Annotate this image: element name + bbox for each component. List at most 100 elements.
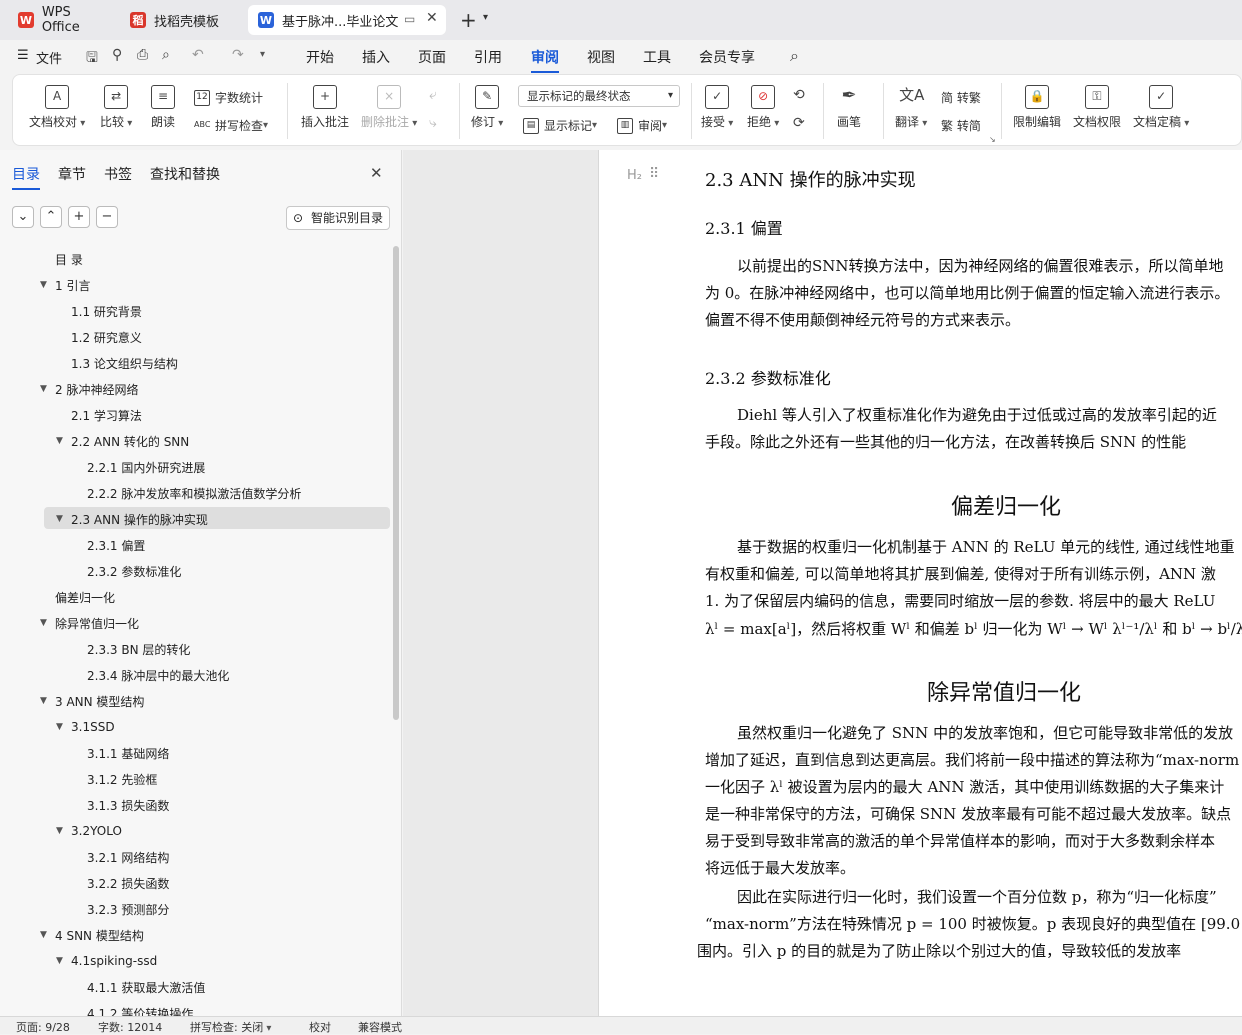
word-count-button[interactable]: 12 字数统计 — [194, 89, 263, 106]
next-comment-icon[interactable]: ⤷ — [429, 115, 437, 131]
expand-arrow-icon[interactable]: ▼ — [56, 436, 63, 446]
expand-arrow-icon[interactable]: ▼ — [40, 384, 47, 394]
toc-item[interactable]: 2.1 学习算法 — [71, 404, 142, 426]
previous-comment-icon[interactable]: ⤶ — [429, 87, 437, 103]
menu-insert[interactable]: 插入 — [362, 47, 390, 67]
add-heading-button[interactable]: + — [68, 206, 90, 228]
chevron-down-icon[interactable]: ▾ — [483, 12, 488, 23]
redo-icon[interactable]: ↷ — [232, 47, 244, 63]
menu-review[interactable]: 审阅 — [531, 47, 559, 73]
reject-button[interactable]: ⊘ 拒绝 — [747, 85, 779, 130]
toc-item[interactable]: ▼ 2 脉冲神经网络 — [40, 378, 138, 400]
toc-item[interactable]: 3.2.2 损失函数 — [87, 872, 169, 894]
toc-item[interactable]: ▼ 1 引言 — [40, 274, 90, 296]
expand-arrow-icon[interactable]: ▼ — [56, 722, 63, 732]
toc-item[interactable]: 3.1.1 基础网络 — [87, 742, 169, 764]
drag-handle-icon[interactable]: ⠿ — [649, 166, 659, 182]
expand-arrow-icon[interactable]: ▼ — [40, 930, 47, 940]
expand-arrow-icon[interactable]: ▼ — [40, 280, 47, 290]
toc-item[interactable]: 2.3.2 参数标准化 — [87, 560, 181, 582]
page-indicator[interactable]: 页面: 9/28 — [16, 1019, 70, 1035]
toc-item[interactable]: 2.3.4 脉冲层中的最大池化 — [87, 664, 229, 686]
chevron-down-icon[interactable]: ▾ — [260, 49, 265, 60]
markup-state-select[interactable]: 显示标记的最终状态 ▾ — [518, 85, 680, 107]
close-icon[interactable]: ✕ — [370, 164, 383, 182]
read-aloud-button[interactable]: ≡ 朗读 — [151, 85, 175, 130]
tab-wps-office[interactable]: W WPS Office — [8, 5, 112, 35]
toc-item[interactable]: ▼ 4 SNN 模型结构 — [40, 924, 144, 946]
close-icon[interactable]: ✕ — [426, 10, 438, 26]
toc-item[interactable]: 3.2.3 预测部分 — [87, 898, 169, 920]
expand-arrow-icon[interactable]: ▼ — [40, 696, 47, 706]
toc-item[interactable]: ▼ 4.1spiking-ssd — [56, 950, 157, 972]
toc-item[interactable]: 2.3.3 BN 层的转化 — [87, 638, 190, 660]
toc-item[interactable]: 1.1 研究背景 — [71, 300, 142, 322]
undo-icon[interactable]: ↶ — [192, 47, 204, 63]
toc-item[interactable]: 2.2.2 脉冲发放率和模拟激活值数学分析 — [87, 482, 301, 504]
toc-item[interactable]: ▼ 3.1SSD — [56, 716, 115, 738]
menu-page[interactable]: 页面 — [418, 47, 446, 67]
tab-find-replace[interactable]: 查找和替换 — [150, 164, 220, 184]
toc-item[interactable]: ▼ 2.2 ANN 转化的 SNN — [56, 430, 189, 452]
translate-button[interactable]: 文A 翻译 — [895, 85, 927, 130]
print-icon[interactable]: ⎙ — [137, 47, 148, 63]
document-page[interactable]: H₂ ⠿ 2.3 ANN 操作的脉冲实现 2.3.1 偏置 以前提出的SNN转换… — [598, 150, 1242, 1016]
tab-bookmarks[interactable]: 书签 — [104, 164, 132, 184]
restrict-edit-button[interactable]: 🔒 限制编辑 — [1013, 85, 1061, 130]
expand-all-button[interactable]: ⌄ — [12, 206, 34, 228]
expand-arrow-icon[interactable]: ▼ — [56, 514, 63, 524]
next-change-icon[interactable]: ⟳ — [793, 115, 805, 131]
doc-finalize-button[interactable]: ✓ 文档定稿 — [1133, 85, 1189, 130]
toc-item[interactable]: 3.1.3 损失函数 — [87, 794, 169, 816]
previous-change-icon[interactable]: ⟲ — [793, 87, 805, 103]
menu-reference[interactable]: 引用 — [474, 47, 502, 67]
word-count-indicator[interactable]: 字数: 12014 — [98, 1019, 162, 1035]
show-markup-button[interactable]: ▤ 显示标记 — [523, 117, 597, 134]
tab-chapters[interactable]: 章节 — [58, 164, 86, 184]
proofread-status[interactable]: 校对 — [309, 1019, 331, 1035]
delete-comment-button[interactable]: × 删除批注 — [361, 85, 417, 130]
tab-docer-templates[interactable]: 稻 找稻壳模板 — [120, 5, 242, 35]
search-icon[interactable]: ⌕ — [790, 46, 799, 66]
review-pane-button[interactable]: ▥ 审阅 — [617, 117, 667, 134]
pen-button[interactable]: ✒ 画笔 — [837, 85, 861, 130]
toc-item[interactable]: 1.3 论文组织与结构 — [71, 352, 178, 374]
toc-item[interactable]: 目 录 — [55, 248, 83, 270]
expand-arrow-icon[interactable]: ▼ — [56, 826, 63, 836]
tab-toc[interactable]: 目录 — [12, 164, 40, 190]
menu-view[interactable]: 视图 — [587, 47, 615, 67]
new-tab-icon[interactable]: + — [460, 8, 477, 32]
toc-item[interactable]: 偏差归一化 — [55, 586, 115, 608]
toc-item[interactable]: ▼ 2.3 ANN 操作的脉冲实现 — [56, 508, 208, 530]
menu-start[interactable]: 开始 — [306, 47, 334, 67]
doc-permission-button[interactable]: ⚿ 文档权限 — [1073, 85, 1121, 130]
compare-button[interactable]: ⇄ 比较 — [100, 85, 132, 130]
insert-comment-button[interactable]: + 插入批注 — [301, 85, 349, 130]
toc-item[interactable]: 2.2.1 国内外研究进展 — [87, 456, 205, 478]
accept-button[interactable]: ✓ 接受 — [701, 85, 733, 130]
to-simplified-button[interactable]: 繁 转简 — [941, 117, 981, 134]
toc-item[interactable]: 1.2 研究意义 — [71, 326, 142, 348]
tab-thesis-document[interactable]: W 基于脉冲...毕业论文 ▭ ✕ — [248, 5, 446, 35]
print-preview-icon[interactable]: ⌕ — [162, 47, 170, 63]
smart-toc-button[interactable]: ⊙ 智能识别目录 — [286, 206, 390, 230]
save-icon[interactable]: 🖫 — [86, 47, 98, 71]
toc-item[interactable]: ▼ 3 ANN 模型结构 — [40, 690, 144, 712]
toc-item[interactable]: 3.1.2 先验框 — [87, 768, 157, 790]
toc-item[interactable]: 2.3.1 偏置 — [87, 534, 145, 556]
hamburger-icon[interactable]: ☰ — [17, 48, 29, 63]
toc-item[interactable]: ▼ 3.2YOLO — [56, 820, 122, 842]
track-changes-button[interactable]: ✎ 修订 — [471, 85, 503, 130]
proofread-button[interactable]: A 文档校对 — [29, 85, 85, 130]
menu-tools[interactable]: 工具 — [643, 47, 671, 67]
toc-item[interactable]: 3.2.1 网络结构 — [87, 846, 169, 868]
collapse-all-button[interactable]: ⌃ — [40, 206, 62, 228]
dialog-launcher-icon[interactable]: ↘ — [989, 135, 996, 144]
menu-member[interactable]: 会员专享 — [699, 47, 755, 67]
expand-arrow-icon[interactable]: ▼ — [40, 618, 47, 628]
toc-item[interactable]: ▼ 除异常值归一化 — [40, 612, 139, 634]
spell-check-status[interactable]: 拼写检查: 关闭 — [190, 1019, 271, 1035]
expand-arrow-icon[interactable]: ▼ — [56, 956, 63, 966]
scrollbar[interactable] — [393, 246, 399, 720]
spell-check-button[interactable]: ABC 拼写检查 — [194, 117, 268, 134]
